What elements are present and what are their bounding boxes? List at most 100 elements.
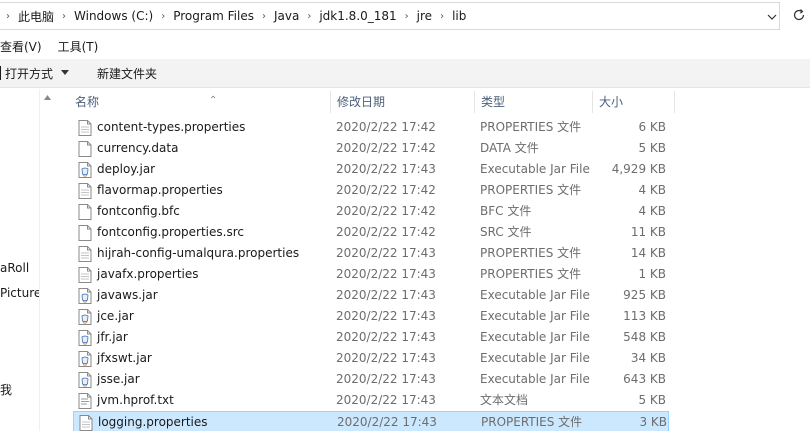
column-name-label: 名称 <box>75 95 100 109</box>
file-size: 11 KB <box>630 225 666 239</box>
crumb-program-files[interactable]: Program Files <box>171 9 256 23</box>
properties-file-icon <box>78 267 92 283</box>
file-type: DATA 文件 <box>480 141 539 155</box>
jar-file-icon <box>78 309 92 325</box>
blank-file-icon <box>78 225 92 241</box>
file-size: 34 KB <box>630 351 666 365</box>
file-row[interactable]: jfr.jar 2020/2/22 17:43 Executable Jar Fil… <box>73 327 669 348</box>
file-name: flavormap.properties <box>97 183 223 197</box>
file-date: 2020/2/22 17:43 <box>336 162 436 176</box>
chevron-right-icon[interactable]: › <box>301 11 317 22</box>
file-name: jfr.jar <box>97 330 128 344</box>
file-date: 2020/2/22 17:43 <box>337 415 437 429</box>
chevron-right-icon[interactable]: › <box>56 11 72 22</box>
crumb-jre[interactable]: jre <box>415 9 434 23</box>
file-row[interactable]: logging.properties 2020/2/22 17:43 PROPERT… <box>73 411 669 431</box>
blank-file-icon <box>78 204 92 220</box>
file-name: jfxswt.jar <box>97 351 152 365</box>
sort-ascending-icon: ⌃ <box>209 95 218 106</box>
file-name: jce.jar <box>97 309 134 323</box>
menu-view[interactable]: 查看(V) <box>0 38 42 55</box>
file-size: 4 KB <box>638 204 666 218</box>
chevron-down-icon[interactable] <box>766 11 778 23</box>
file-type: PROPERTIES 文件 <box>480 183 582 197</box>
file-date: 2020/2/22 17:42 <box>336 183 436 197</box>
file-name: fontconfig.bfc <box>97 204 180 218</box>
chevron-right-icon[interactable]: › <box>155 11 171 22</box>
file-row[interactable]: jfxswt.jar 2020/2/22 17:43 Executable Jar … <box>73 348 669 369</box>
file-row[interactable]: hijrah-config-umalqura.properties 2020/2/… <box>73 243 669 264</box>
file-row[interactable]: fontconfig.properties.src 2020/2/22 17:42… <box>73 222 669 243</box>
toolbar-divider <box>0 66 1 80</box>
file-row[interactable]: content-types.properties 2020/2/22 17:42 P… <box>73 117 669 138</box>
menu-bar: 查看(V) 工具(T) <box>0 34 810 58</box>
text-file-icon <box>78 393 92 409</box>
column-headers: 名称 ⌃ 修改日期 类型 大小 <box>54 89 810 113</box>
file-row[interactable]: flavormap.properties 2020/2/22 17:42 PROPE… <box>73 180 669 201</box>
file-size: 4,929 KB <box>611 162 666 176</box>
crumb-lib[interactable]: lib <box>450 9 468 23</box>
file-name: jsse.jar <box>97 372 140 386</box>
crumb-jdk[interactable]: jdk1.8.0_181 <box>317 9 398 23</box>
blank-file-icon <box>78 141 92 157</box>
file-type: SRC 文件 <box>480 225 532 239</box>
file-size: 6 KB <box>638 120 666 134</box>
chevron-right-icon[interactable]: › <box>434 11 450 22</box>
file-row[interactable]: jvm.hprof.txt 2020/2/22 17:43 文本文档 5 KB <box>73 390 669 411</box>
column-header-size[interactable]: 大小 <box>592 89 674 113</box>
file-type: 文本文档 <box>480 393 529 407</box>
file-row[interactable]: currency.data 2020/2/22 17:42 DATA 文件 5 KB <box>73 138 669 159</box>
open-with-label: 打开方式 <box>5 66 54 81</box>
jar-file-icon <box>78 372 92 388</box>
file-type: PROPERTIES 文件 <box>480 246 582 260</box>
file-type: Executable Jar File <box>480 372 590 386</box>
column-divider[interactable] <box>674 91 675 113</box>
chevron-right-icon[interactable]: › <box>256 11 272 22</box>
nav-scrollbar[interactable] <box>39 89 54 431</box>
file-type: PROPERTIES 文件 <box>480 267 582 281</box>
file-date: 2020/2/22 17:43 <box>336 288 436 302</box>
file-date: 2020/2/22 17:42 <box>336 120 436 134</box>
file-row[interactable]: deploy.jar 2020/2/22 17:43 Executable Jar … <box>73 159 669 180</box>
nav-item-aroll[interactable]: aRoll <box>0 261 29 275</box>
dropdown-arrow-icon[interactable] <box>61 70 70 76</box>
file-type: BFC 文件 <box>480 204 532 218</box>
file-row[interactable]: fontconfig.bfc 2020/2/22 17:42 BFC 文件 4 KB <box>73 201 669 222</box>
column-header-date[interactable]: 修改日期 <box>330 89 474 113</box>
column-header-type[interactable]: 类型 <box>474 89 592 113</box>
command-bar: 打开方式 新建文件夹 <box>0 59 810 88</box>
file-name: deploy.jar <box>97 162 156 176</box>
open-with-button[interactable]: 打开方式 <box>0 65 70 82</box>
properties-file-icon <box>79 415 93 431</box>
file-date: 2020/2/22 17:43 <box>336 330 436 344</box>
refresh-icon[interactable] <box>792 8 806 22</box>
crumb-this-pc[interactable]: 此电脑 <box>16 8 56 25</box>
file-row[interactable]: javafx.properties 2020/2/22 17:43 PROPERTI… <box>73 264 669 285</box>
chevron-right-icon[interactable]: › <box>399 11 415 22</box>
file-size: 5 KB <box>638 141 666 155</box>
file-date: 2020/2/22 17:42 <box>336 204 436 218</box>
file-row[interactable]: jce.jar 2020/2/22 17:43 Executable Jar Fil… <box>73 306 669 327</box>
file-type: Executable Jar File <box>480 351 590 365</box>
file-type: Executable Jar File <box>480 330 590 344</box>
navigation-pane: aRoll Pictures 我 <box>0 89 54 431</box>
crumb-java[interactable]: Java <box>272 9 301 23</box>
chevron-right-icon[interactable]: › <box>0 11 16 22</box>
file-row[interactable]: jsse.jar 2020/2/22 17:43 Executable Jar Fi… <box>73 369 669 390</box>
scroll-up-icon[interactable] <box>44 95 51 100</box>
breadcrumb[interactable]: › 此电脑 › Windows (C:) › Program Files › J… <box>0 2 780 30</box>
jar-file-icon <box>78 288 92 304</box>
nav-item-partial[interactable]: 我 <box>0 381 12 398</box>
column-header-name[interactable]: 名称 ⌃ <box>68 89 330 113</box>
file-row[interactable]: javaws.jar 2020/2/22 17:43 Executable Jar … <box>73 285 669 306</box>
file-date: 2020/2/22 17:43 <box>336 393 436 407</box>
file-type: PROPERTIES 文件 <box>481 415 583 429</box>
new-folder-button[interactable]: 新建文件夹 <box>97 65 157 82</box>
properties-file-icon <box>78 183 92 199</box>
file-name: content-types.properties <box>97 120 246 134</box>
menu-tools[interactable]: 工具(T) <box>58 38 99 55</box>
file-name: javafx.properties <box>97 267 199 281</box>
file-name: fontconfig.properties.src <box>97 225 244 239</box>
crumb-drive[interactable]: Windows (C:) <box>72 9 155 23</box>
file-size: 3 KB <box>639 415 667 429</box>
